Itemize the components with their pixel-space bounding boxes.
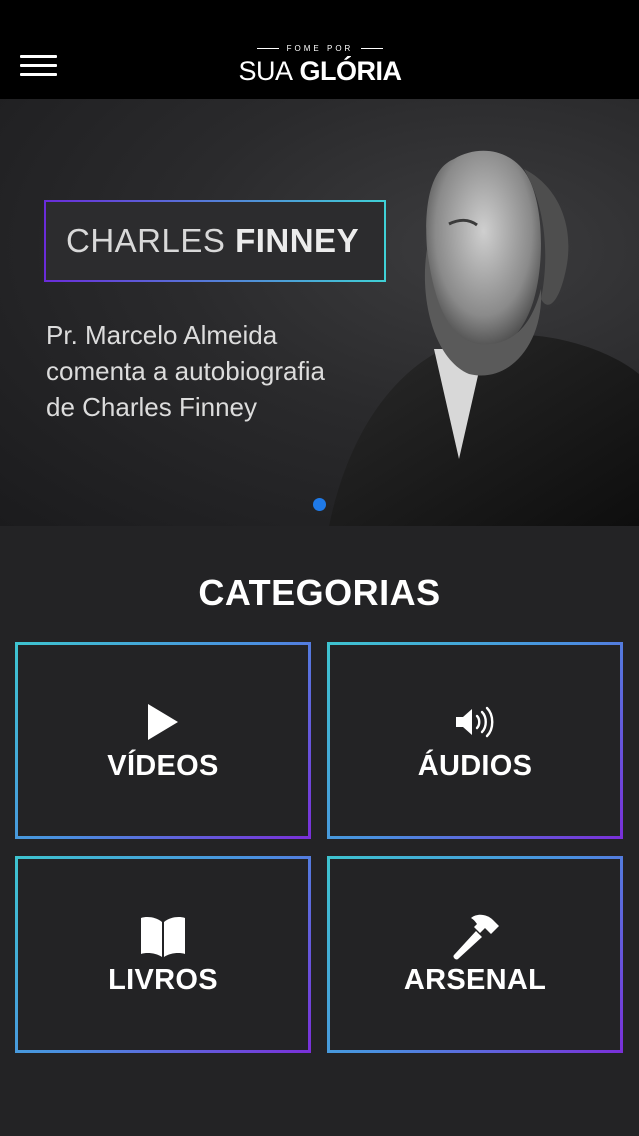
- banner-title-box: CHARLES FINNEY: [44, 200, 386, 282]
- portrait-image: [329, 150, 639, 526]
- hamburger-menu-icon[interactable]: [20, 55, 57, 77]
- category-audios-button[interactable]: ÁUDIOS: [327, 642, 623, 839]
- category-videos-button[interactable]: VÍDEOS: [15, 642, 311, 839]
- banner-title: CHARLES FINNEY: [66, 222, 360, 259]
- category-arsenal-button[interactable]: ARSENAL: [327, 856, 623, 1053]
- book-icon: [139, 912, 187, 960]
- logo-wordmark: SUA GLÓRIA: [238, 56, 402, 86]
- hammer-icon: [449, 912, 501, 960]
- categories-title: CATEGORIAS: [198, 572, 441, 613]
- app-logo: FOME POR SUA GLÓRIA: [230, 42, 410, 87]
- banner-description: Pr. Marcelo Almeida comenta a autobiogra…: [46, 320, 325, 422]
- top-bar: FOME POR SUA GLÓRIA: [0, 0, 639, 99]
- category-label: VÍDEOS: [107, 750, 219, 782]
- speaker-icon: [454, 698, 496, 746]
- category-label: LIVROS: [108, 964, 218, 996]
- featured-banner[interactable]: CHARLES FINNEY Pr. Marcelo Almeida comen…: [0, 99, 639, 526]
- category-label: ÁUDIOS: [417, 750, 533, 782]
- play-icon: [146, 698, 180, 746]
- carousel-dot[interactable]: [313, 498, 326, 511]
- logo-tagline: FOME POR: [230, 42, 410, 54]
- category-label: ARSENAL: [403, 964, 547, 996]
- category-livros-button[interactable]: LIVROS: [15, 856, 311, 1053]
